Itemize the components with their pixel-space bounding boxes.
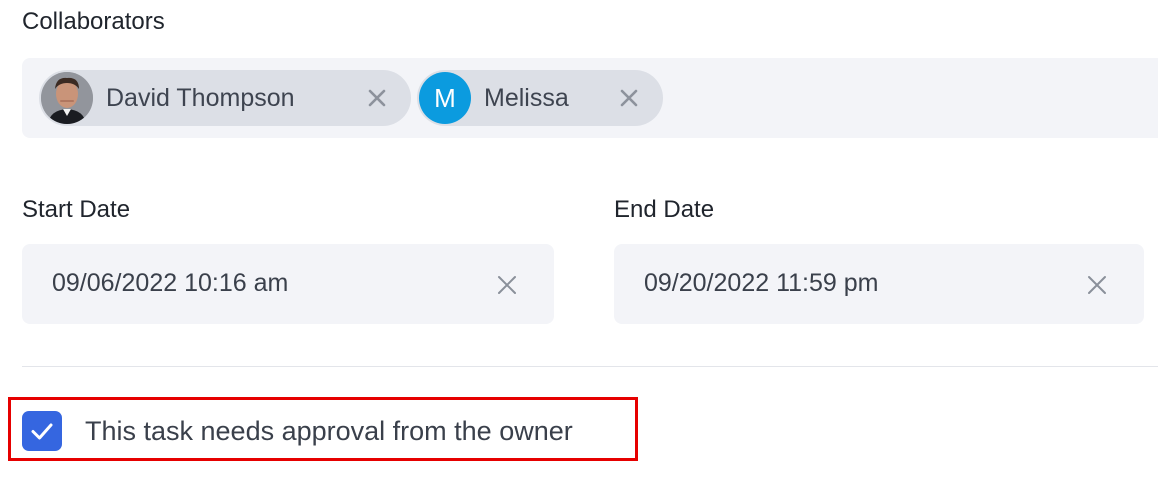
end-date-value: 09/20/2022 11:59 pm (644, 269, 879, 297)
end-date-field[interactable]: 09/20/2022 11:59 pm (614, 244, 1144, 324)
avatar: M (419, 72, 471, 124)
collaborator-name: David Thompson (106, 83, 295, 112)
close-icon (620, 89, 638, 107)
end-date-label: End Date (614, 196, 715, 223)
checkmark-icon (31, 423, 53, 440)
clear-start-date-button[interactable] (496, 274, 518, 296)
close-icon (368, 89, 386, 107)
start-date-value: 09/06/2022 10:16 am (52, 269, 289, 297)
remove-collaborator-button[interactable] (619, 88, 639, 108)
approval-checkbox[interactable] (22, 411, 62, 451)
task-form: Collaborators David Thompson M Melissa S… (0, 0, 1158, 481)
remove-collaborator-button[interactable] (367, 88, 387, 108)
divider (22, 366, 1158, 367)
close-icon (1088, 276, 1106, 294)
approval-label: This task needs approval from the owner (85, 416, 573, 446)
start-date-label: Start Date (22, 196, 131, 223)
collaborator-name: Melissa (484, 83, 569, 112)
collaborators-label: Collaborators (22, 8, 165, 35)
start-date-field[interactable]: 09/06/2022 10:16 am (22, 244, 554, 324)
collaborator-chip-david: David Thompson (39, 70, 411, 126)
collaborator-chip-melissa: M Melissa (417, 70, 663, 126)
close-icon (498, 276, 516, 294)
collaborators-input[interactable]: David Thompson M Melissa (22, 58, 1158, 138)
avatar (41, 72, 93, 124)
clear-end-date-button[interactable] (1086, 274, 1108, 296)
